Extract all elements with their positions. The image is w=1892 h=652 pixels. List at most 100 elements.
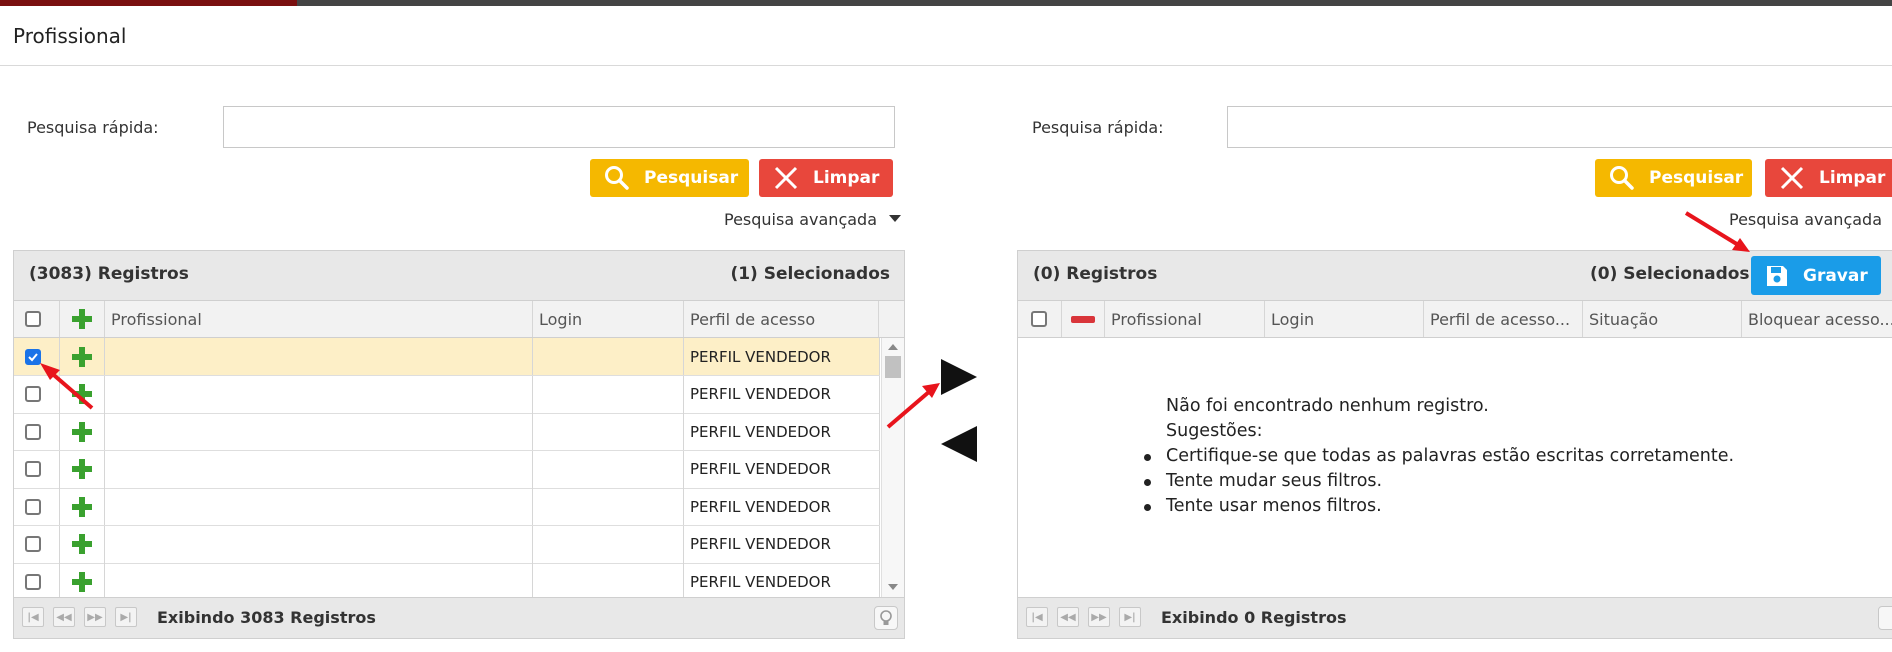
right-records-count: (0) Registros (1033, 264, 1158, 284)
minus-icon[interactable] (1071, 315, 1095, 323)
left-clear-button-label: Limpar (813, 168, 880, 188)
right-search-button[interactable]: Pesquisar (1595, 159, 1752, 197)
column-profissional[interactable]: Profissional (105, 301, 533, 337)
move-right-button[interactable] (941, 359, 977, 395)
plus-icon[interactable] (71, 496, 93, 518)
top-bar-accent (0, 0, 297, 6)
row-profissional (105, 563, 533, 600)
table-row[interactable]: PERFIL VENDEDOR (14, 563, 880, 601)
row-checkbox[interactable] (25, 423, 41, 440)
row-checkbox[interactable] (25, 348, 41, 365)
row-login (533, 488, 684, 525)
right-advanced-search-label: Pesquisa avançada (1729, 210, 1883, 229)
right-advanced-search-toggle[interactable]: Pesquisa avançada (1729, 210, 1882, 229)
page-title: Profissional (13, 24, 127, 48)
row-perfil: PERFIL VENDEDOR (684, 375, 880, 413)
last-page-button[interactable]: ▶| (115, 607, 137, 627)
suggestion-item: Tente mudar seus filtros. (1143, 469, 1734, 494)
right-column-header: Profissional Login Perfil de acesso... S… (1018, 301, 1892, 338)
right-column-situacao-label: Situação (1589, 309, 1659, 329)
scroll-down-icon[interactable] (888, 584, 898, 590)
row-check-cell (14, 563, 60, 600)
suggestion-item: Tente usar menos filtros. (1143, 494, 1734, 519)
row-checkbox[interactable] (25, 461, 41, 477)
row-checkbox[interactable] (25, 498, 41, 515)
scroll-up-icon[interactable] (888, 344, 898, 350)
column-perfil[interactable]: Perfil de acesso (684, 301, 879, 337)
left-search-input[interactable] (223, 106, 895, 148)
first-page-button[interactable]: |◀ (22, 607, 44, 627)
right-column-bloquear[interactable]: Bloquear acesso... (1742, 301, 1892, 337)
select-all-checkbox[interactable] (25, 311, 41, 327)
left-search-button[interactable]: Pesquisar (590, 159, 749, 197)
right-column-situacao[interactable]: Situação (1583, 301, 1742, 337)
row-add-cell (60, 338, 105, 375)
left-advanced-search-label: Pesquisa avançada (724, 210, 878, 229)
left-search-button-label: Pesquisar (644, 168, 739, 188)
save-button[interactable]: Gravar (1751, 256, 1881, 295)
prev-page-button[interactable]: ◀◀ (1057, 607, 1079, 627)
right-column-profissional[interactable]: Profissional (1105, 301, 1265, 337)
row-profissional (105, 338, 533, 375)
left-clear-button[interactable]: Limpar (759, 159, 893, 197)
plus-icon[interactable] (71, 458, 93, 480)
lightbulb-icon[interactable] (874, 606, 898, 630)
row-perfil: PERFIL VENDEDOR (684, 563, 880, 600)
plus-icon[interactable] (71, 308, 93, 330)
left-advanced-search-toggle[interactable]: Pesquisa avançada (724, 210, 902, 229)
row-add-cell (60, 525, 105, 563)
right-select-all-checkbox[interactable] (1031, 311, 1047, 327)
right-column-login[interactable]: Login (1265, 301, 1424, 337)
plus-icon[interactable] (71, 571, 93, 593)
suggestion-item: Certifique-se que todas as palavras estã… (1143, 444, 1734, 469)
left-scrollbar[interactable] (881, 338, 904, 598)
table-row[interactable]: PERFIL VENDEDOR (14, 338, 880, 376)
plus-icon[interactable] (71, 533, 93, 555)
scroll-thumb[interactable] (885, 356, 901, 378)
row-profissional (105, 488, 533, 525)
table-row[interactable]: PERFIL VENDEDOR (14, 488, 880, 526)
column-login[interactable]: Login (533, 301, 684, 337)
search-icon (605, 166, 629, 190)
empty-suggestions-list: Certifique-se que todas as palavras estã… (1143, 444, 1734, 519)
row-profissional (105, 413, 533, 450)
empty-title: Não foi encontrado nenhum registro. (1166, 396, 1489, 416)
lightbulb-icon[interactable] (1878, 606, 1892, 630)
move-left-button[interactable] (941, 426, 977, 462)
last-page-button[interactable]: ▶| (1119, 607, 1141, 627)
row-perfil: PERFIL VENDEDOR (684, 413, 880, 450)
row-check-cell (14, 413, 60, 450)
row-checkbox[interactable] (25, 386, 41, 402)
floppy-disk-icon (1767, 265, 1787, 286)
empty-message: Não foi encontrado nenhum registro. Suge… (1143, 394, 1734, 519)
right-column-perfil[interactable]: Perfil de acesso... (1424, 301, 1583, 337)
row-add-cell (60, 488, 105, 525)
row-perfil: PERFIL VENDEDOR (684, 450, 880, 488)
right-column-perfil-label: Perfil de acesso... (1430, 309, 1571, 329)
row-checkbox[interactable] (25, 536, 41, 552)
next-page-button[interactable]: ▶▶ (1088, 607, 1110, 627)
column-login-label: Login (539, 309, 583, 329)
row-check-cell (14, 525, 60, 563)
row-checkbox[interactable] (25, 573, 41, 590)
table-row[interactable]: PERFIL VENDEDOR (14, 525, 880, 564)
save-button-label: Gravar (1803, 265, 1868, 286)
next-page-button[interactable]: ▶▶ (84, 607, 106, 627)
plus-icon[interactable] (71, 421, 93, 443)
left-search-label: Pesquisa rápida: (27, 118, 159, 137)
prev-page-button[interactable]: ◀◀ (53, 607, 75, 627)
right-search-label: Pesquisa rápida: (1032, 118, 1164, 137)
table-row[interactable]: PERFIL VENDEDOR (14, 450, 880, 489)
right-search-input[interactable] (1227, 106, 1892, 148)
table-row[interactable]: PERFIL VENDEDOR (14, 375, 880, 414)
plus-icon[interactable] (71, 346, 93, 368)
table-row[interactable]: PERFIL VENDEDOR (14, 413, 880, 451)
search-icon (1610, 166, 1634, 190)
right-clear-button[interactable]: Limpar (1765, 159, 1892, 197)
row-add-cell (60, 450, 105, 488)
first-page-button[interactable]: |◀ (1026, 607, 1048, 627)
plus-icon[interactable] (71, 383, 93, 405)
left-footer-text: Exibindo 3083 Registros (157, 608, 376, 627)
left-grid: (3083) Registros (1) Selecionados Profis… (13, 250, 905, 639)
close-icon (774, 166, 798, 190)
